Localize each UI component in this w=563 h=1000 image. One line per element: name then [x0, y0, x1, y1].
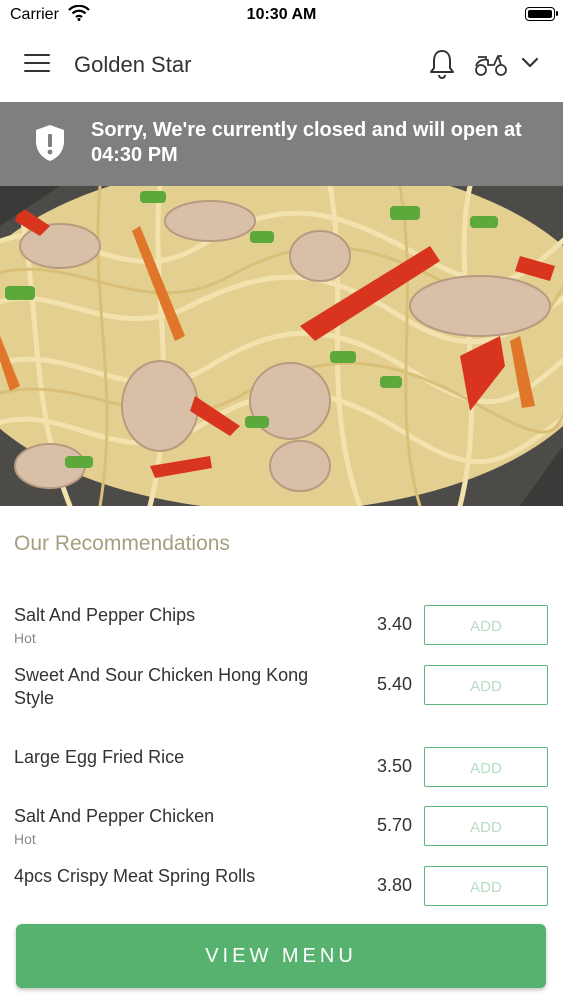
- battery-icon: [525, 7, 558, 21]
- add-button[interactable]: ADD: [424, 747, 548, 787]
- item-price: 5.70: [376, 815, 412, 835]
- recommendations-title: Our Recommendations: [14, 532, 230, 555]
- item-name: 4pcs Crispy Meat Spring Rolls: [14, 866, 256, 886]
- closed-banner: Sorry, We're currently closed and will o…: [0, 102, 563, 186]
- item-name: Salt And Pepper Chicken: [14, 806, 215, 826]
- shield-alert-icon: [33, 123, 67, 168]
- view-menu-button[interactable]: VIEW MENU: [16, 924, 546, 988]
- add-button[interactable]: ADD: [424, 806, 548, 846]
- chevron-down-icon[interactable]: [521, 56, 539, 74]
- hamburger-menu-icon[interactable]: [24, 54, 50, 76]
- item-tag: Hot: [14, 831, 36, 847]
- item-price: 5.40: [376, 674, 412, 694]
- hero-food-image: [0, 186, 563, 506]
- status-time: 10:30 AM: [246, 6, 317, 23]
- item-price: 3.50: [376, 756, 412, 776]
- add-button[interactable]: ADD: [424, 605, 548, 645]
- item-price: 3.80: [376, 875, 412, 895]
- item-price: 3.40: [376, 614, 412, 634]
- item-name: Sweet And Sour Chicken Hong Kong Style: [14, 665, 309, 708]
- bell-icon[interactable]: [428, 48, 456, 85]
- item-name: Large Egg Fried Rice: [14, 747, 185, 767]
- restaurant-title: Golden Star: [74, 52, 192, 77]
- add-button[interactable]: ADD: [424, 866, 548, 906]
- add-button[interactable]: ADD: [424, 665, 548, 705]
- status-bar: Carrier 10:30 AM: [0, 0, 563, 30]
- item-tag: Hot: [14, 630, 36, 646]
- item-name: Salt And Pepper Chips: [14, 605, 196, 625]
- closed-message: Sorry, We're currently closed and will o…: [91, 119, 522, 166]
- app-header: Golden Star: [0, 30, 563, 102]
- scooter-delivery-icon[interactable]: [474, 50, 508, 83]
